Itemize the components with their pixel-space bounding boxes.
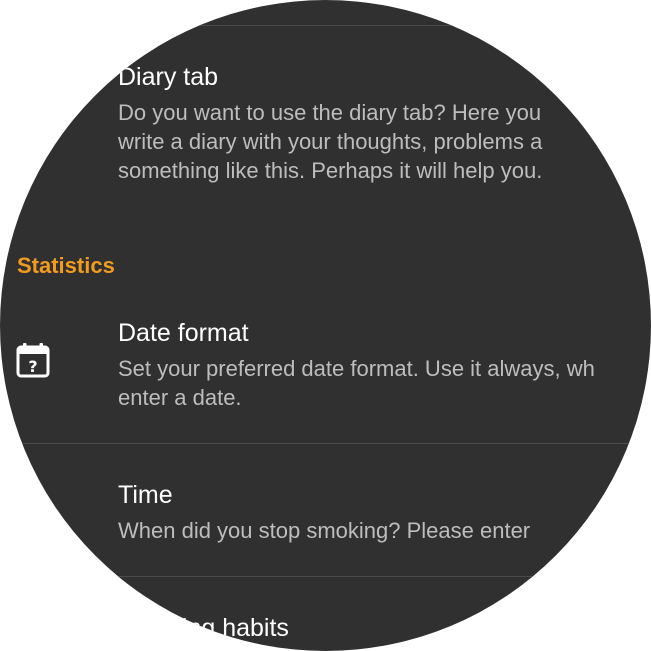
divider [22,576,651,577]
pref-date-format[interactable]: Date format Set your preferred date form… [118,318,651,412]
calendar-question-icon: ? [16,343,50,378]
pref-smoking-habits[interactable]: Smoking habits [118,613,651,643]
divider [22,25,651,26]
pref-summary: Do you want to use the diary tab? Here y… [118,100,543,183]
svg-text:?: ? [28,357,37,376]
pref-title: Time [118,481,173,509]
pref-time[interactable]: Time When did you stop smoking? Please e… [118,480,651,545]
category-statistics: Statistics [17,253,115,278]
pref-title: Diary tab [118,63,219,91]
pref-title: Date format [118,319,249,347]
divider [22,443,651,444]
pref-summary: Set your preferred date format. Use it a… [118,356,595,410]
pref-title: Smoking habits [118,614,289,642]
pref-diary-tab[interactable]: Diary tab Do you want to use the diary t… [118,62,651,185]
pref-summary: When did you stop smoking? Please enter [118,518,531,543]
settings-screen: Diary tab Do you want to use the diary t… [0,0,651,651]
